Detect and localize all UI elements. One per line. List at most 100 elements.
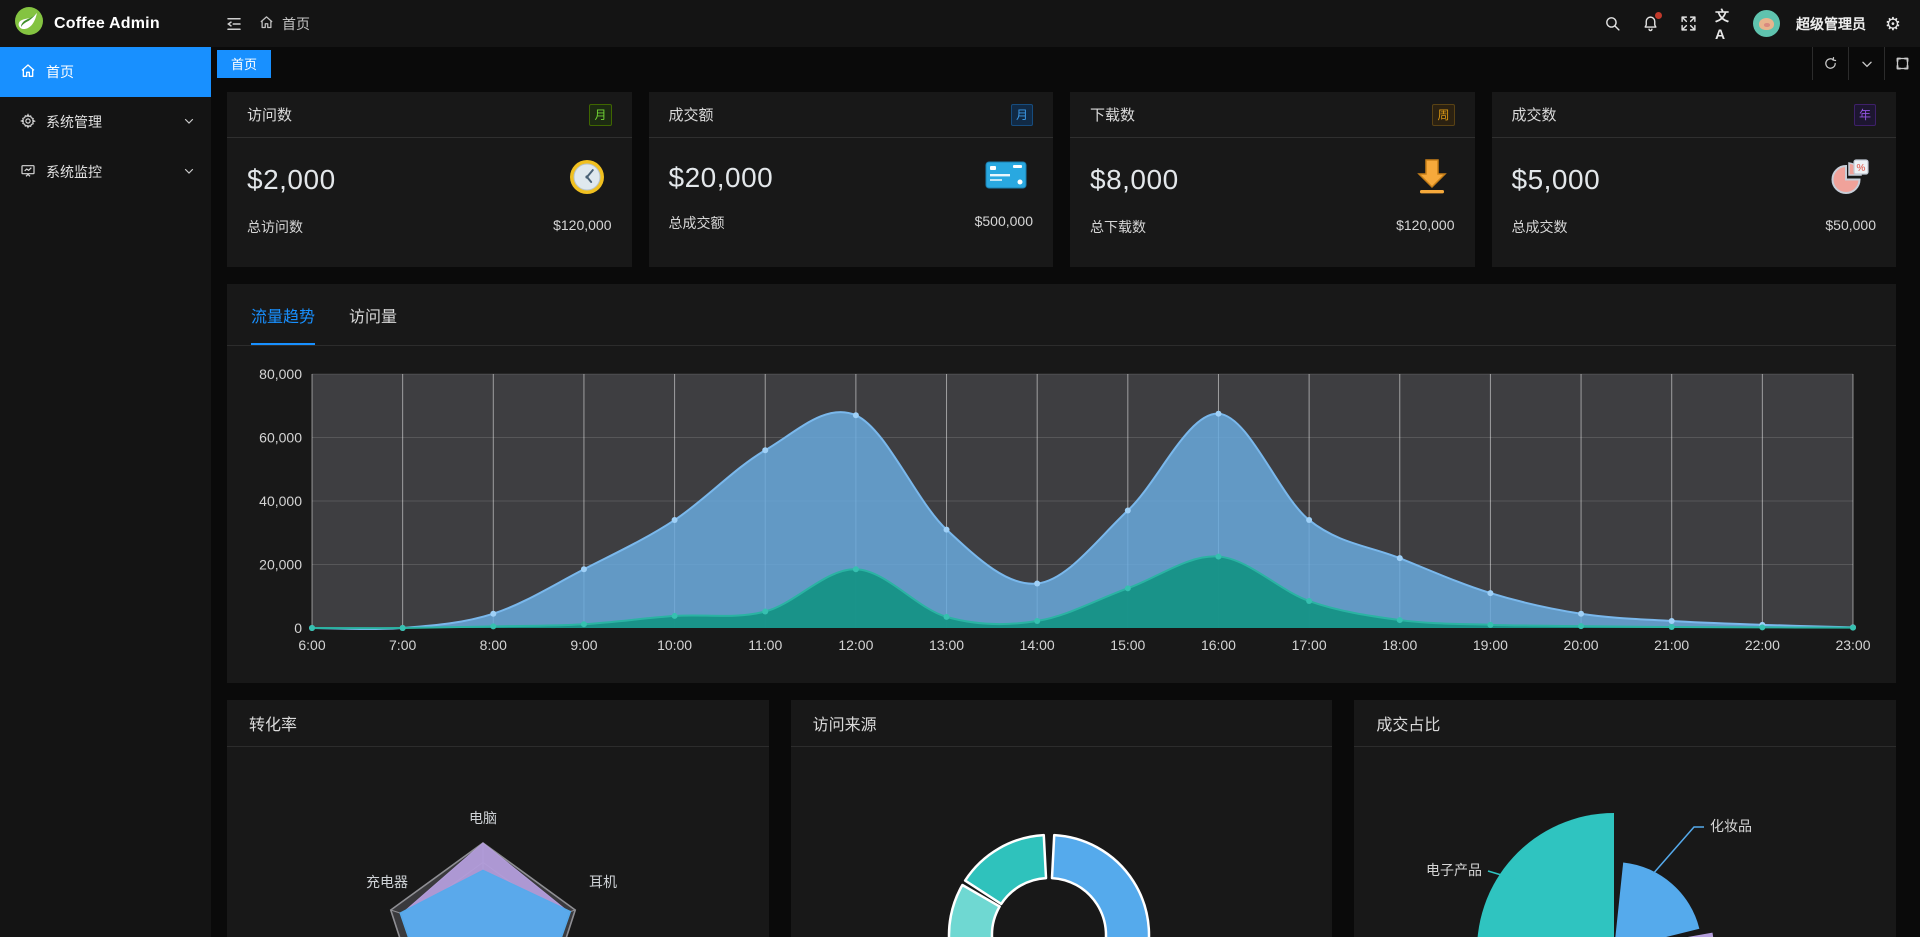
svg-text:7:00: 7:00 (389, 637, 416, 653)
chevron-down-icon[interactable] (1848, 47, 1884, 80)
svg-text:0: 0 (294, 620, 302, 636)
sidebar: Coffee Admin 首页 系统管理 (0, 0, 211, 937)
bottom-row: 转化率 电脑耳机 充电器 访问来源 成交占比 电子产品 化妆品 (227, 700, 1896, 937)
svg-text:电脑: 电脑 (469, 810, 497, 826)
card-title: 成交占比 (1376, 711, 1440, 735)
fullscreen-icon[interactable] (1677, 13, 1699, 35)
card-footer-label: 总成交数 (1512, 217, 1568, 237)
page-tab-home[interactable]: 首页 (217, 50, 271, 78)
visit-source-donut-chart (791, 747, 1333, 937)
chevron-down-icon (183, 114, 195, 130)
svg-text:20:00: 20:00 (1564, 637, 1599, 653)
card-value: $2,000 (247, 164, 336, 196)
card-value: $8,000 (1090, 164, 1179, 196)
svg-text:12:00: 12:00 (838, 637, 873, 653)
download-icon (1415, 158, 1449, 201)
card-footer-value: $500,000 (975, 213, 1033, 233)
card-footer-label: 总下载数 (1090, 217, 1146, 237)
visit-source-card: 访问来源 (791, 700, 1333, 937)
logo: Coffee Admin (0, 0, 211, 47)
main-area: 首页 (211, 0, 1920, 937)
svg-text:60,000: 60,000 (259, 430, 302, 446)
sidebar-item-system-management[interactable]: 系统管理 (0, 97, 211, 147)
stat-card-visits: 访问数 月 $2,000 (227, 92, 632, 267)
svg-text:17:00: 17:00 (1292, 637, 1327, 653)
home-icon (20, 63, 36, 82)
card-footer-value: $120,000 (553, 217, 611, 237)
svg-text:8:00: 8:00 (480, 637, 507, 653)
sidebar-item-system-monitor[interactable]: 系统监控 (0, 147, 211, 197)
deal-share-pie-chart: 电子产品 化妆品 (1354, 747, 1896, 937)
svg-text:20,000: 20,000 (259, 557, 302, 573)
avatar[interactable] (1753, 10, 1780, 37)
svg-text:耳机: 耳机 (589, 874, 617, 890)
card-title: 转化率 (249, 711, 297, 735)
notification-dot (1655, 12, 1662, 19)
conversion-rate-card: 转化率 电脑耳机 充电器 (227, 700, 769, 937)
period-badge: 周 (1432, 104, 1454, 126)
svg-text:22:00: 22:00 (1745, 637, 1780, 653)
breadcrumb-label: 首页 (282, 14, 310, 34)
credit-card-icon (985, 158, 1027, 197)
svg-text:电子产品: 电子产品 (1426, 862, 1482, 878)
svg-text:15:00: 15:00 (1110, 637, 1145, 653)
svg-text:19:00: 19:00 (1473, 637, 1508, 653)
spring-leaf-logo-icon (14, 6, 44, 41)
monitor-icon (20, 163, 36, 182)
topbar: 首页 (211, 0, 1920, 47)
svg-text:18:00: 18:00 (1382, 637, 1417, 653)
card-value: $20,000 (669, 162, 774, 194)
chevron-down-icon (183, 164, 195, 180)
svg-text:13:00: 13:00 (929, 637, 964, 653)
trend-tabs: 流量趋势 访问量 (227, 284, 1896, 346)
svg-text:80,000: 80,000 (259, 366, 302, 382)
content: 访问数 月 $2,000 (211, 80, 1920, 937)
search-icon[interactable] (1601, 13, 1623, 35)
card-title: 成交额 (669, 104, 714, 125)
sidebar-item-label: 首页 (46, 62, 195, 82)
clock-icon (568, 158, 606, 201)
card-footer-value: $120,000 (1396, 217, 1454, 237)
settings-gear-icon[interactable]: ⚙ (1882, 13, 1904, 35)
trend-chart-card: 流量趋势 访问量 6:007:008:009:0010:0011:0012:00… (227, 284, 1896, 683)
period-badge: 月 (589, 104, 611, 126)
svg-text:充电器: 充电器 (366, 874, 408, 890)
sidebar-item-home[interactable]: 首页 (0, 47, 211, 97)
svg-text:21:00: 21:00 (1654, 637, 1689, 653)
card-title: 下载数 (1090, 104, 1135, 125)
period-badge: 月 (1011, 104, 1033, 126)
svg-text:9:00: 9:00 (570, 637, 597, 653)
home-icon (259, 15, 274, 33)
tab-traffic-trend[interactable]: 流量趋势 (251, 303, 315, 345)
stat-card-downloads: 下载数 周 $8,000 总下载数 (1070, 92, 1475, 267)
svg-text:23:00: 23:00 (1835, 637, 1870, 653)
stats-row: 访问数 月 $2,000 (227, 92, 1896, 267)
bell-icon[interactable] (1639, 13, 1661, 35)
traffic-trend-area-chart: 6:007:008:009:0010:0011:0012:0013:0014:0… (227, 346, 1896, 683)
conversion-radar-chart: 电脑耳机 充电器 (227, 747, 769, 937)
svg-text:%: % (1857, 163, 1866, 174)
svg-text:化妆品: 化妆品 (1710, 818, 1752, 834)
svg-text:10:00: 10:00 (657, 637, 692, 653)
svg-text:6:00: 6:00 (298, 637, 325, 653)
gear-icon (20, 113, 36, 132)
card-footer-value: $50,000 (1825, 217, 1876, 237)
card-value: $5,000 (1512, 164, 1601, 196)
username: 超级管理员 (1796, 14, 1866, 34)
sidebar-item-label: 系统监控 (46, 162, 173, 182)
translate-icon[interactable]: 文A (1715, 13, 1737, 35)
deal-share-card: 成交占比 电子产品 化妆品 (1354, 700, 1896, 937)
stat-card-turnover: 成交额 月 $20,000 (649, 92, 1054, 267)
card-title: 访问来源 (813, 711, 877, 735)
sidebar-collapse-icon[interactable] (223, 13, 245, 35)
card-footer-label: 总成交额 (669, 213, 725, 233)
pie-icon: % (1830, 158, 1870, 201)
tab-visit-volume[interactable]: 访问量 (349, 303, 397, 345)
breadcrumb[interactable]: 首页 (259, 14, 310, 34)
svg-text:40,000: 40,000 (259, 493, 302, 509)
card-title: 成交数 (1512, 104, 1557, 125)
app-title: Coffee Admin (54, 15, 160, 33)
refresh-icon[interactable] (1812, 47, 1848, 80)
card-footer-label: 总访问数 (247, 217, 303, 237)
maximize-icon[interactable] (1884, 47, 1920, 80)
